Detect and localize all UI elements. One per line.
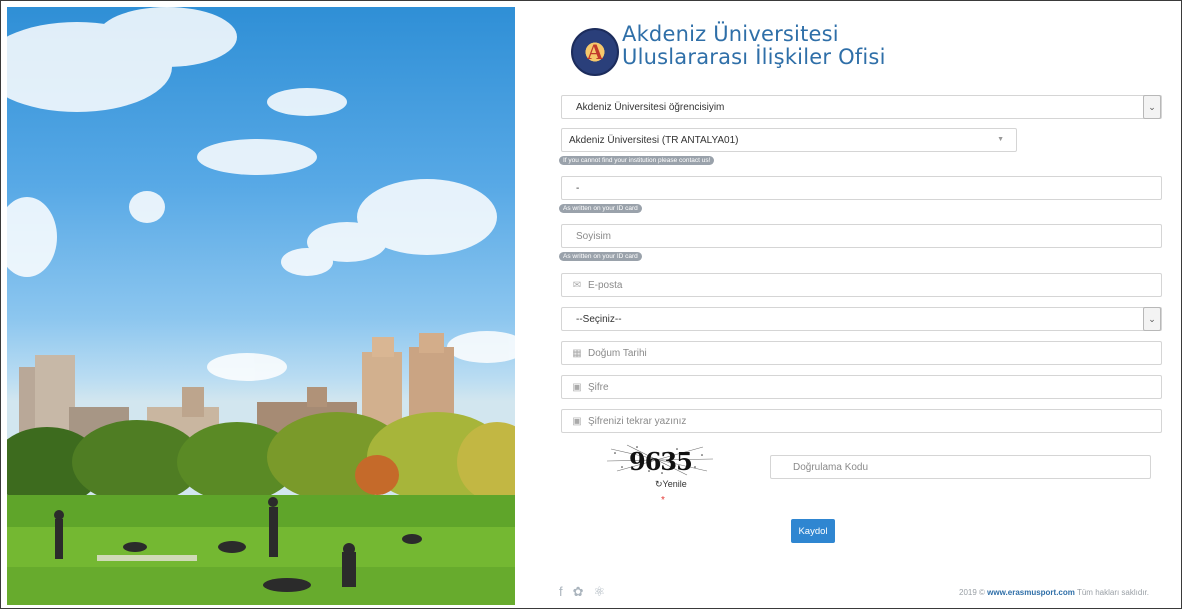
password-placeholder: Şifre: [588, 381, 609, 393]
social-links: f✿⚛: [559, 584, 615, 600]
lock-icon: ▣: [572, 415, 582, 427]
last-name-field[interactable]: Soyisim: [561, 224, 1162, 248]
birth-date-field[interactable]: ▦ Doğum Tarihi: [561, 341, 1162, 365]
password-repeat-field[interactable]: ▣ Şifrenizi tekrar yazınız: [561, 409, 1162, 433]
selection-select[interactable]: --Seçiniz-- ⌄: [561, 307, 1162, 331]
lock-icon: ▣: [572, 381, 582, 393]
title-line-1: Akdeniz Üniversitesi: [622, 22, 839, 46]
page-title: Akdeniz Üniversitesi Uluslararası İlişki…: [622, 23, 886, 69]
birth-date-placeholder: Doğum Tarihi: [588, 347, 647, 359]
password-repeat-placeholder: Şifrenizi tekrar yazınız: [588, 415, 687, 427]
copyright-suffix: Tüm hakları saklıdır.: [1076, 588, 1149, 597]
registration-panel: A Akdeniz Üniversitesi Uluslararası İliş…: [515, 1, 1181, 608]
institution-value: Akdeniz Üniversitesi (TR ANTALYA01): [569, 134, 739, 146]
captcha-refresh-label: Yenile: [662, 479, 687, 489]
refresh-icon: ↻: [655, 479, 663, 489]
chevron-down-icon[interactable]: ⌄: [1143, 95, 1161, 119]
submit-button[interactable]: Kaydol: [791, 519, 835, 543]
registration-page: A Akdeniz Üniversitesi Uluslararası İliş…: [0, 0, 1182, 609]
park-illustration: [7, 7, 515, 605]
title-line-2: Uluslararası İlişkiler Ofisi: [622, 45, 886, 69]
dribbble-icon[interactable]: ⚛: [594, 584, 616, 599]
captcha-code: 9635: [629, 447, 693, 476]
required-mark: *: [661, 495, 665, 506]
last-name-placeholder: Soyisim: [576, 230, 612, 242]
copyright-link[interactable]: www.erasmusport.com: [987, 588, 1075, 597]
institution-select[interactable]: Akdeniz Üniversitesi (TR ANTALYA01) ▼: [561, 128, 1017, 152]
calendar-icon: ▦: [572, 347, 582, 359]
selection-value: --Seçiniz--: [576, 313, 622, 325]
twitter-icon[interactable]: ✿: [573, 584, 594, 599]
university-logo: A: [571, 28, 619, 76]
copyright-prefix: 2019 ©: [959, 588, 985, 597]
email-field[interactable]: ✉ E-posta: [561, 273, 1162, 297]
park-background-image: [7, 7, 515, 605]
first-name-value: -: [576, 182, 580, 194]
copyright-text: 2019 © www.erasmusport.com Tüm hakları s…: [959, 588, 1149, 597]
envelope-icon: ✉: [572, 279, 582, 291]
caret-down-icon: ▼: [997, 136, 1004, 143]
captcha-input[interactable]: Doğrulama Kodu: [770, 455, 1151, 479]
email-placeholder: E-posta: [588, 279, 623, 291]
student-type-value: Akdeniz Üniversitesi öğrencisiyim: [576, 101, 725, 113]
chevron-down-icon[interactable]: ⌄: [1143, 307, 1161, 331]
first-name-hint: As written on your ID card: [559, 204, 642, 213]
captcha-image: 9635: [607, 441, 713, 478]
last-name-hint: As written on your ID card: [559, 252, 642, 261]
institution-hint: If you cannot find your institution plea…: [559, 156, 715, 165]
first-name-field[interactable]: -: [561, 176, 1162, 200]
password-field[interactable]: ▣ Şifre: [561, 375, 1162, 399]
student-type-select[interactable]: Akdeniz Üniversitesi öğrencisiyim ⌄: [561, 95, 1162, 119]
captcha-refresh-button[interactable]: ↻Yenile: [655, 479, 687, 490]
facebook-icon[interactable]: f: [559, 584, 573, 599]
captcha-input-placeholder: Doğrulama Kodu: [793, 461, 869, 473]
